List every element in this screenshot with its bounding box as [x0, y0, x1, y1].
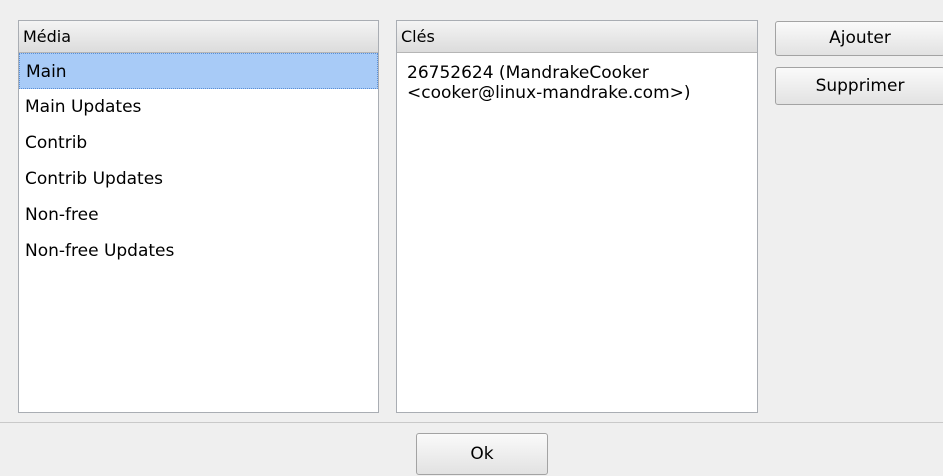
media-item-contrib-updates[interactable]: Contrib Updates [19, 161, 378, 197]
media-column-header[interactable]: Média [19, 21, 378, 53]
media-item-non-free[interactable]: Non-free [19, 197, 378, 233]
keys-column-header[interactable]: Clés [397, 21, 757, 53]
media-item-contrib[interactable]: Contrib [19, 125, 378, 161]
media-list[interactable]: Média Main Main Updates Contrib Contrib … [18, 20, 379, 413]
separator [0, 422, 943, 423]
ok-button[interactable]: Ok [416, 433, 548, 475]
add-button[interactable]: Ajouter [775, 21, 943, 56]
media-item-main[interactable]: Main [19, 53, 378, 89]
keys-list[interactable]: Clés 26752624 (MandrakeCooker <cooker@li… [396, 20, 758, 413]
media-item-main-updates[interactable]: Main Updates [19, 89, 378, 125]
remove-button[interactable]: Supprimer [775, 67, 943, 105]
media-item-non-free-updates[interactable]: Non-free Updates [19, 233, 378, 269]
key-item[interactable]: 26752624 (MandrakeCooker <cooker@linux-m… [397, 53, 727, 103]
